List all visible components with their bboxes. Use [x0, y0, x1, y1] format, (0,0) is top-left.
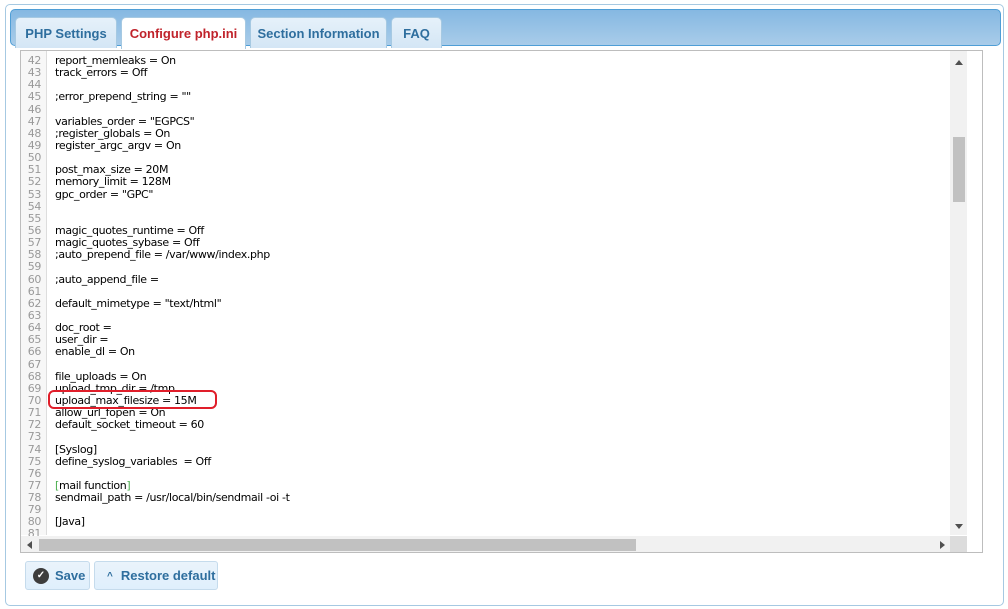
line-text[interactable]: memory_limit = 128M [47, 176, 171, 188]
code-line[interactable]: 75 define_syslog_variables = Off [21, 454, 951, 468]
line-text[interactable] [47, 261, 55, 273]
code-line[interactable]: 78 sendmail_path = /usr/local/bin/sendmai… [21, 491, 951, 504]
line-text[interactable]: register_argc_argv = On [47, 139, 181, 152]
code-lines[interactable]: 42 report_memleaks = On 43 track_errors = O… [21, 54, 951, 541]
line-text[interactable] [47, 359, 55, 371]
code-line[interactable]: 52 memory_limit = 128M [21, 176, 951, 188]
code-line[interactable]: 58 ;auto_prepend_file = /var/www/index.ph… [21, 249, 951, 261]
code-line[interactable]: 74 [Syslog] [21, 442, 951, 456]
code-line[interactable]: 62 default_mimetype = "text/html" [21, 297, 951, 310]
line-text[interactable]: default_socket_timeout = 60 [47, 419, 204, 431]
line-text[interactable] [47, 104, 55, 116]
horizontal-scroll-thumb[interactable] [39, 539, 636, 551]
tab-section-information[interactable]: Section Information [250, 17, 387, 48]
tab-bar: PHP Settings Configure php.ini Section I… [10, 9, 1001, 49]
code-line[interactable]: 63 [21, 309, 951, 322]
restore-label: Restore default [120, 568, 216, 583]
line-number: 45 [27, 90, 42, 104]
line-text[interactable] [47, 213, 55, 225]
line-text[interactable]: [Syslog] [47, 443, 97, 456]
scroll-right-icon[interactable] [940, 541, 945, 549]
php-ini-editor[interactable]: 42 report_memleaks = On 43 track_errors = O… [20, 50, 983, 553]
code-line[interactable]: 80 [Java] [21, 516, 951, 528]
code-line[interactable]: 64 doc_root = [21, 321, 951, 334]
code-line[interactable]: 43 track_errors = Off [21, 66, 951, 79]
bracket-close: ] [126, 478, 131, 492]
line-text[interactable]: define_syslog_variables = Off [47, 455, 211, 468]
tab-php-settings[interactable]: PHP Settings [15, 17, 117, 48]
line-text[interactable] [47, 152, 55, 164]
vertical-scroll-thumb[interactable] [953, 137, 965, 202]
tab-configure-php-ini[interactable]: Configure php.ini [121, 17, 246, 49]
line-text[interactable] [47, 79, 55, 91]
line-text[interactable]: file_uploads = On [47, 370, 147, 383]
code-line[interactable]: 73 [21, 431, 951, 443]
line-text[interactable]: ;error_prepend_string = "" [47, 91, 191, 103]
code-line[interactable]: 46 [21, 102, 951, 116]
line-number: 66 [27, 345, 42, 359]
line-text[interactable] [47, 310, 55, 322]
save-button[interactable]: ✓ Save [25, 561, 90, 590]
line-text[interactable] [47, 286, 55, 298]
line-number: 68 [27, 369, 42, 383]
line-number: 60 [27, 272, 42, 286]
vertical-scrollbar[interactable] [950, 51, 967, 535]
line-text[interactable] [47, 468, 55, 480]
line-number: 73 [27, 430, 42, 444]
code-line[interactable]: 60 ;auto_append_file = [21, 272, 951, 286]
check-circle-icon: ✓ [33, 567, 49, 584]
caret-up-icon: ^ [107, 571, 113, 582]
scroll-down-icon[interactable] [955, 524, 963, 529]
scroll-up-icon[interactable] [955, 60, 963, 65]
code-line[interactable]: 72 default_socket_timeout = 60 [21, 419, 951, 431]
code-line[interactable]: 59 [21, 261, 951, 273]
save-label: Save [55, 568, 86, 583]
line-number: 61 [27, 284, 42, 298]
code-line[interactable]: 49 register_argc_argv = On [21, 139, 951, 152]
restore-default-button[interactable]: ^ Restore default [94, 561, 218, 590]
line-text[interactable]: ;auto_prepend_file = /var/www/index.php [47, 249, 270, 261]
line-number: 54 [27, 199, 42, 213]
tab-faq[interactable]: FAQ [391, 17, 442, 48]
line-number: 46 [27, 102, 42, 116]
section-name: mail function [58, 478, 127, 492]
code-line[interactable]: 45 ;error_prepend_string = "" [21, 91, 951, 103]
horizontal-scrollbar[interactable] [21, 536, 950, 552]
code-line[interactable]: 53 gpc_order = "GPC" [21, 187, 951, 201]
code-line[interactable]: 66 enable_dl = On [21, 346, 951, 358]
line-number: 75 [27, 454, 42, 468]
line-number: 59 [27, 260, 42, 274]
line-number: 53 [27, 187, 42, 201]
code-line[interactable]: 67 [21, 357, 951, 371]
line-text[interactable]: sendmail_path = /usr/local/bin/sendmail … [47, 491, 290, 504]
line-text[interactable]: [Java] [47, 516, 85, 528]
line-number: 74 [27, 442, 42, 456]
line-text[interactable]: track_errors = Off [47, 66, 148, 79]
scrollbar-corner [950, 536, 967, 552]
scroll-left-icon[interactable] [27, 541, 32, 549]
line-number: 67 [27, 357, 42, 371]
code-line[interactable]: 68 file_uploads = On [21, 369, 951, 383]
line-text[interactable]: enable_dl = On [47, 346, 135, 358]
line-text[interactable]: gpc_order = "GPC" [47, 188, 153, 201]
code-line[interactable]: 54 [21, 199, 951, 213]
line-text[interactable] [47, 431, 55, 443]
code-line[interactable]: 61 [21, 284, 951, 298]
line-text[interactable]: ;auto_append_file = [47, 273, 159, 286]
line-text[interactable]: default_mimetype = "text/html" [47, 297, 222, 310]
line-number: 52 [27, 175, 42, 189]
code-line[interactable]: 65 user_dir = [21, 334, 951, 346]
line-text[interactable] [47, 201, 55, 213]
code-line[interactable]: 79 [21, 504, 951, 516]
line-text[interactable] [47, 504, 55, 516]
code-line[interactable]: 76 [21, 467, 951, 480]
code-line[interactable]: 42 report_memleaks = On [21, 54, 951, 67]
